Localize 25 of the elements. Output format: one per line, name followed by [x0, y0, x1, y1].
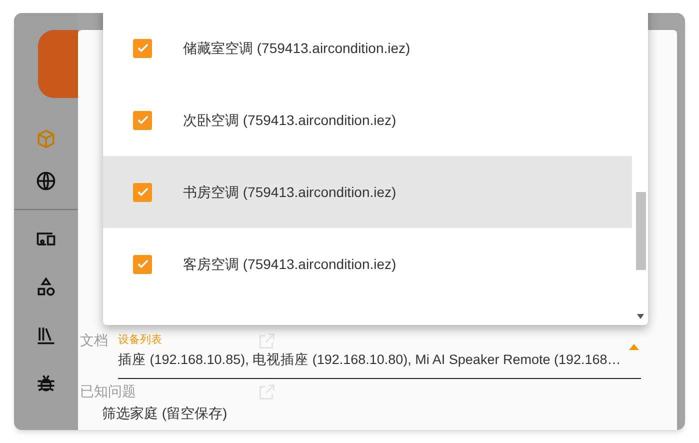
checkbox[interactable] — [133, 38, 152, 58]
check-icon — [136, 185, 150, 199]
cube-icon[interactable] — [35, 128, 57, 150]
home-filter-label: 筛选家庭 (留空保存) — [102, 404, 228, 423]
option-label: 储藏室空调 (759413.aircondition.iez) — [183, 38, 410, 58]
shapes-icon[interactable] — [35, 276, 57, 298]
option-label: 次卧空调 (759413.aircondition.iez) — [183, 110, 396, 130]
logo-icon — [38, 30, 78, 98]
caret-up-icon[interactable] — [629, 344, 639, 350]
field-value: 插座 (192.168.10.85), 电视插座 (192.168.10.80), Mi AI Speaker Remote (192.168… — [118, 351, 622, 369]
checkbox[interactable] — [133, 182, 152, 202]
external-link-icon[interactable] — [258, 332, 276, 350]
check-icon — [136, 257, 150, 271]
scroll-down-icon[interactable] — [637, 314, 644, 319]
option-label: 书房空调 (759413.aircondition.iez) — [183, 182, 396, 202]
checkbox[interactable] — [133, 254, 152, 274]
scrollbar-thumb[interactable] — [636, 192, 646, 270]
check-icon — [136, 113, 150, 127]
globe-icon[interactable] — [35, 170, 57, 192]
dropdown-option[interactable]: 书房空调 (759413.aircondition.iez) — [103, 156, 632, 228]
option-label: 客房空调 (759413.aircondition.iez) — [183, 254, 396, 274]
checkbox[interactable] — [133, 110, 152, 130]
check-icon — [136, 41, 150, 55]
device-list-field[interactable]: 设备列表 插座 (192.168.10.85), 电视插座 (192.168.10.80), Mi AI Speaker Remote (192.168… — [118, 332, 641, 379]
field-label: 设备列表 — [118, 333, 162, 348]
